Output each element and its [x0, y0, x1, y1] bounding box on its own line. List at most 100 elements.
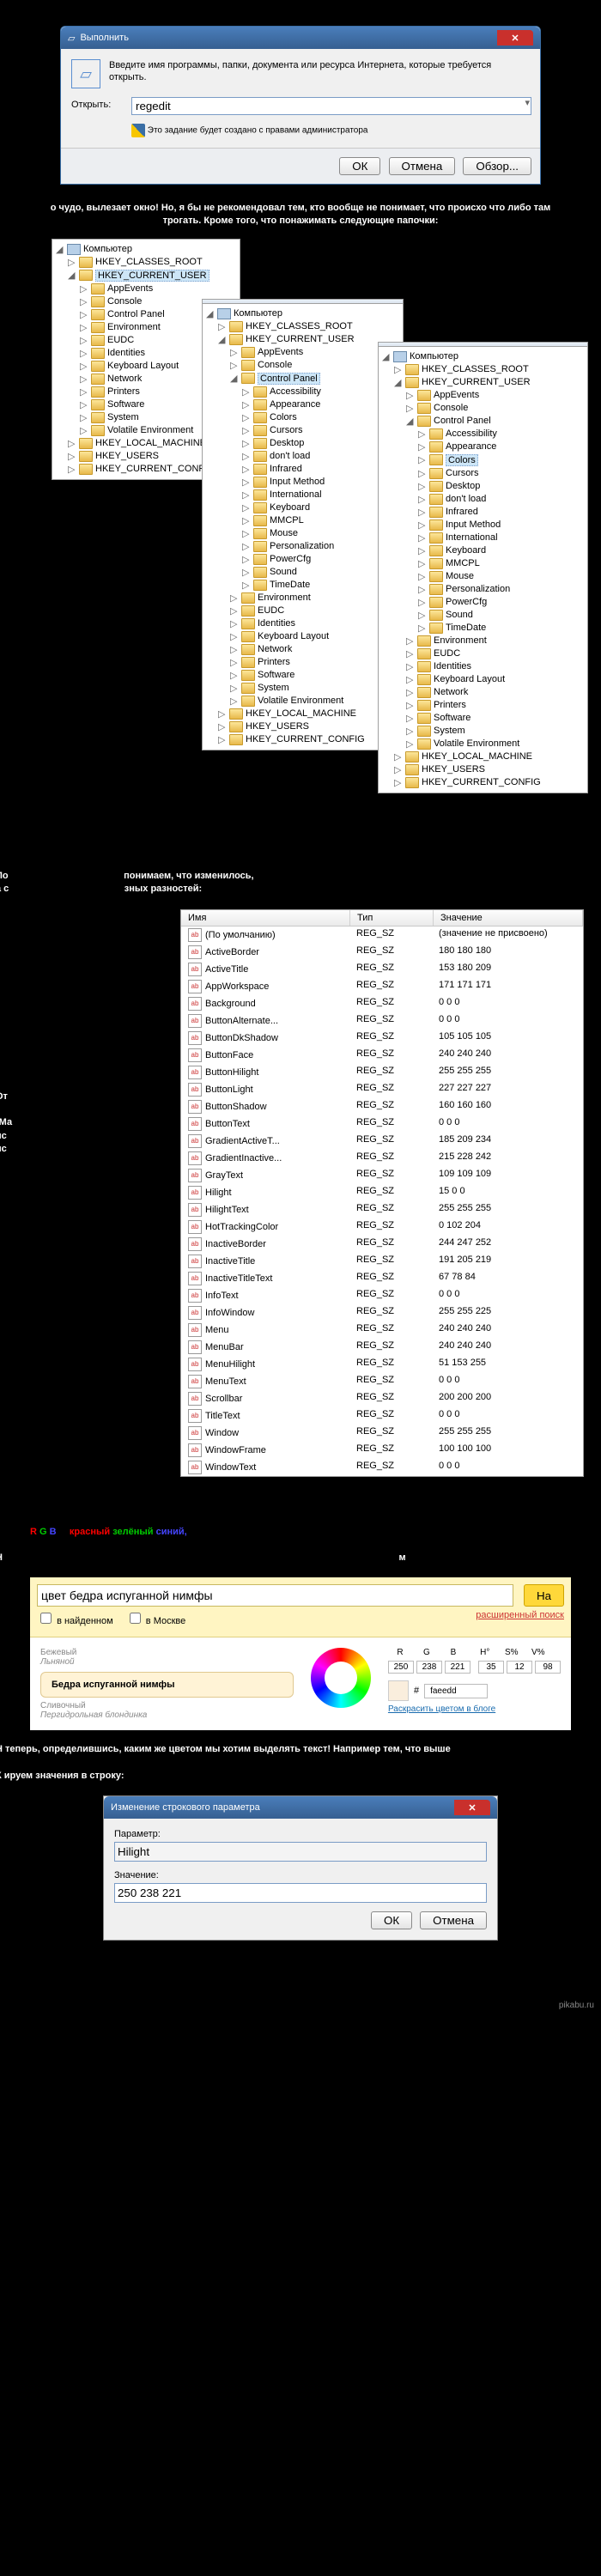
open-input[interactable] [131, 97, 531, 115]
table-row[interactable]: abActiveBorderREG_SZ180 180 180 [181, 944, 583, 961]
v-input[interactable] [535, 1661, 561, 1674]
tree-item[interactable]: ▷Keyboard [242, 501, 399, 514]
r-input[interactable] [388, 1661, 414, 1674]
table-row[interactable]: abInactiveTitleTextREG_SZ67 78 84 [181, 1270, 583, 1287]
tree-item[interactable]: ▷Sound [242, 566, 399, 579]
table-row[interactable]: abMenuTextREG_SZ0 0 0 [181, 1373, 583, 1390]
tree-item[interactable]: ▷MMCPL [242, 514, 399, 527]
table-row[interactable]: abHilightREG_SZ15 0 0 [181, 1184, 583, 1201]
table-row[interactable]: abGradientActiveT...REG_SZ185 209 234 [181, 1133, 583, 1150]
table-row[interactable]: abMenuBarREG_SZ240 240 240 [181, 1339, 583, 1356]
tree-item[interactable]: ▷Keyboard [418, 544, 584, 557]
table-row[interactable]: abWindowREG_SZ255 255 255 [181, 1425, 583, 1442]
table-row[interactable]: abButtonAlternate...REG_SZ0 0 0 [181, 1012, 583, 1030]
tree-item[interactable]: ▷Environment [406, 635, 584, 647]
table-row[interactable]: abMenuREG_SZ240 240 240 [181, 1321, 583, 1339]
tree-item[interactable]: ▷Infrared [242, 463, 399, 476]
col-name[interactable]: Имя [181, 910, 350, 926]
filter-found[interactable]: в найденном [37, 1616, 113, 1626]
tree-item[interactable]: ▷Keyboard Layout [406, 673, 584, 686]
tree-item[interactable]: ▷Infrared [418, 506, 584, 519]
table-row[interactable]: abWindowTextREG_SZ0 0 0 [181, 1459, 583, 1476]
h-input[interactable] [478, 1661, 504, 1674]
tree-item[interactable]: ▷Sound [418, 609, 584, 622]
tree-item[interactable]: ▷EUDC [406, 647, 584, 660]
tree-item[interactable]: ▷Personalization [242, 540, 399, 553]
tree-item[interactable]: ▷Mouse [418, 570, 584, 583]
table-row[interactable]: ab(По умолчанию) REG_SZ (значение не при… [181, 927, 583, 944]
tree-item[interactable]: ▷Software [230, 669, 399, 682]
dropdown-icon[interactable]: ▾ [525, 97, 530, 108]
tree-item[interactable]: ▷Appearance [242, 398, 399, 411]
tree-item[interactable]: ▷PowerCfg [418, 596, 584, 609]
cancel-button[interactable]: Отмена [389, 157, 456, 175]
cancel-button[interactable]: Отмена [420, 1911, 487, 1929]
table-row[interactable]: abBackgroundREG_SZ0 0 0 [181, 995, 583, 1012]
ok-button[interactable]: ОК [371, 1911, 412, 1929]
tree-hkcr[interactable]: ▷HKEY_CLASSES_ROOT [68, 256, 236, 269]
tree-item[interactable]: ▷Volatile Environment [406, 738, 584, 750]
col-value[interactable]: Значение [434, 910, 583, 926]
table-row[interactable]: abMenuHilightREG_SZ51 153 255 [181, 1356, 583, 1373]
tree-item[interactable]: ▷Colors [242, 411, 399, 424]
table-row[interactable]: abHotTrackingColorREG_SZ0 102 204 [181, 1218, 583, 1236]
table-row[interactable]: abGradientInactive...REG_SZ215 228 242 [181, 1150, 583, 1167]
tree-item[interactable]: ▷MMCPL [418, 557, 584, 570]
table-row[interactable]: abInactiveTitleREG_SZ191 205 219 [181, 1253, 583, 1270]
table-row[interactable]: abInfoWindowREG_SZ255 255 225 [181, 1304, 583, 1321]
table-row[interactable]: abInfoTextREG_SZ0 0 0 [181, 1287, 583, 1304]
tree-item[interactable]: ▷PowerCfg [242, 553, 399, 566]
table-row[interactable]: abButtonHilightREG_SZ255 255 255 [181, 1064, 583, 1081]
browse-button[interactable]: Обзор... [463, 157, 531, 175]
ok-button[interactable]: ОК [339, 157, 380, 175]
b-input[interactable] [445, 1661, 470, 1674]
table-row[interactable]: abButtonFaceREG_SZ240 240 240 [181, 1047, 583, 1064]
tree-item[interactable]: ▷TimeDate [242, 579, 399, 592]
tree-item[interactable]: ▷Accessibility [418, 428, 584, 440]
tree-item[interactable]: ▷Cursors [242, 424, 399, 437]
tree-item[interactable]: ▷AppEvents [80, 283, 236, 295]
tree-item[interactable]: ▷Printers [406, 699, 584, 712]
table-row[interactable]: abButtonShadowREG_SZ160 160 160 [181, 1098, 583, 1115]
tree-item[interactable]: ▷Personalization [418, 583, 584, 596]
tree-item[interactable]: ▷Input Method [242, 476, 399, 489]
tree-item[interactable]: ▷Mouse [242, 527, 399, 540]
close-icon[interactable]: ✕ [497, 30, 533, 46]
color-wheel[interactable] [311, 1648, 371, 1708]
tree-item[interactable]: ▷Volatile Environment [230, 695, 399, 708]
table-row[interactable]: abWindowFrameREG_SZ100 100 100 [181, 1442, 583, 1459]
tree-item[interactable]: ▷Network [230, 643, 399, 656]
tree-item[interactable]: ▷Software [406, 712, 584, 725]
tree-item[interactable]: ▷Desktop [242, 437, 399, 450]
tree-item[interactable]: ▷Cursors [418, 467, 584, 480]
tree-item[interactable]: ▷Printers [230, 656, 399, 669]
hex-input[interactable] [424, 1684, 488, 1698]
blog-link[interactable]: Раскрасить цветом в блоге [388, 1704, 561, 1714]
tree-cp[interactable]: ◢Control Panel [230, 372, 399, 386]
close-icon[interactable]: ✕ [454, 1800, 490, 1815]
tree-item[interactable]: ▷Colors [418, 453, 584, 467]
tree-item[interactable]: ▷System [406, 725, 584, 738]
filter-moscow[interactable]: в Москве [126, 1616, 186, 1626]
table-row[interactable]: abButtonLightREG_SZ227 227 227 [181, 1081, 583, 1098]
param-input[interactable] [114, 1842, 487, 1862]
tree-item[interactable]: ▷Input Method [418, 519, 584, 532]
search-button[interactable]: На [524, 1584, 564, 1607]
tree-hkcu[interactable]: ◢HKEY_CURRENT_USER [68, 269, 236, 283]
tree-item[interactable]: ▷Keyboard Layout [230, 630, 399, 643]
tree-item[interactable]: ▷Environment [230, 592, 399, 605]
tree-item[interactable]: ▷TimeDate [418, 622, 584, 635]
advanced-search-link[interactable]: расширенный поиск [476, 1610, 564, 1620]
tree-item[interactable]: ▷International [242, 489, 399, 501]
table-row[interactable]: abAppWorkspaceREG_SZ171 171 171 [181, 978, 583, 995]
table-row[interactable]: abActiveTitleREG_SZ153 180 209 [181, 961, 583, 978]
tree-item[interactable]: ▷Network [406, 686, 584, 699]
tree-item[interactable]: ▷International [418, 532, 584, 544]
table-row[interactable]: abScrollbarREG_SZ200 200 200 [181, 1390, 583, 1407]
tree-item[interactable]: ▷Appearance [418, 440, 584, 453]
table-row[interactable]: abGrayTextREG_SZ109 109 109 [181, 1167, 583, 1184]
g-input[interactable] [416, 1661, 442, 1674]
tree-item[interactable]: ▷don't load [242, 450, 399, 463]
value-input[interactable] [114, 1883, 487, 1903]
table-row[interactable]: abTitleTextREG_SZ0 0 0 [181, 1407, 583, 1425]
